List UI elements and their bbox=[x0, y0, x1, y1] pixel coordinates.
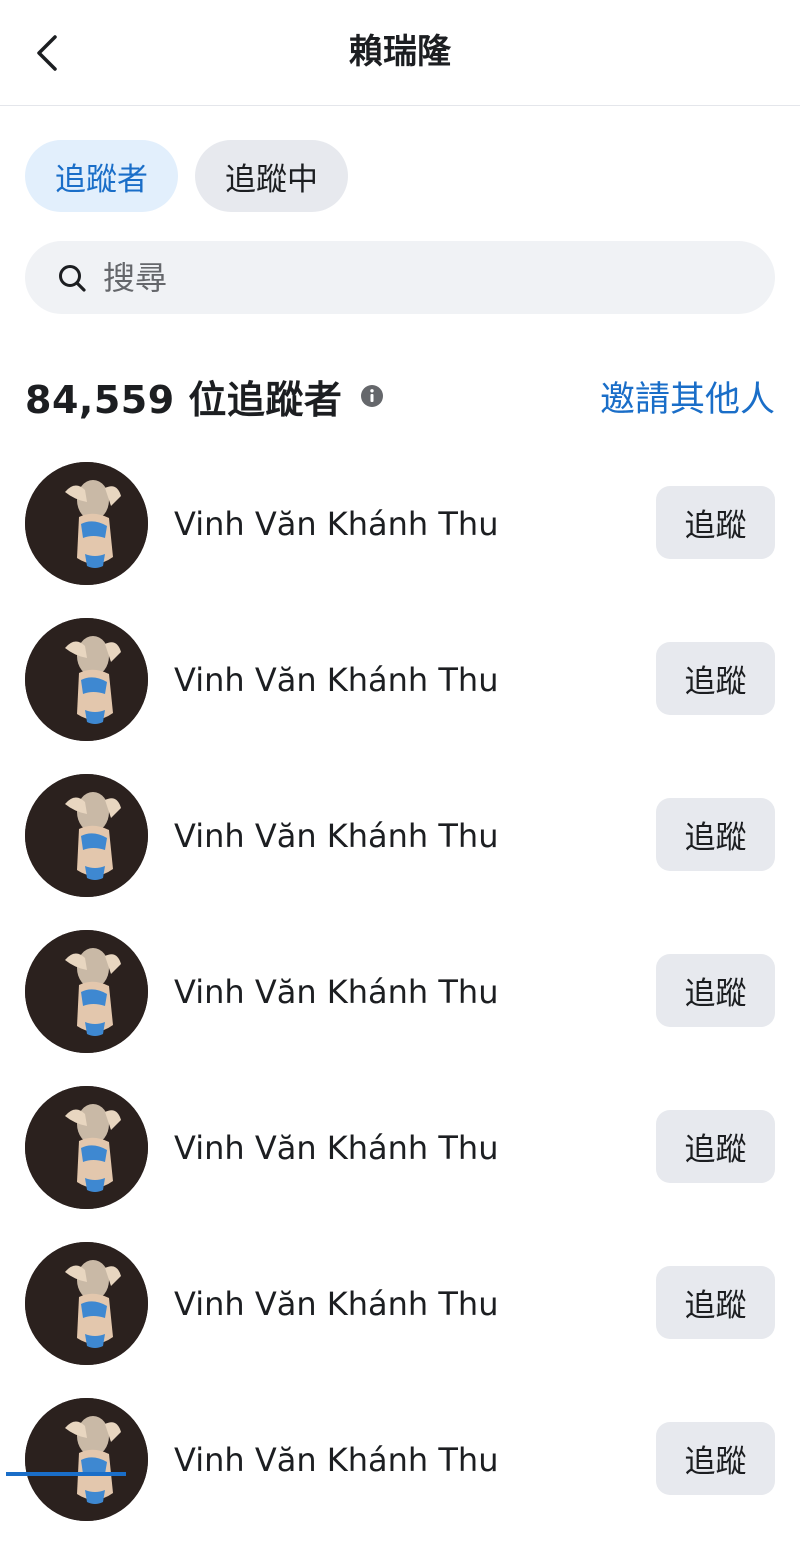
avatar[interactable] bbox=[25, 930, 148, 1053]
follower-summary: 84,559 位追蹤者 邀請其他人 bbox=[25, 366, 775, 426]
search-input[interactable] bbox=[101, 257, 705, 298]
follower-name[interactable]: Vinh Văn Khánh Thu bbox=[174, 656, 498, 704]
avatar[interactable] bbox=[25, 1242, 148, 1365]
tab-followers[interactable]: 追蹤者 bbox=[25, 140, 178, 212]
search-icon bbox=[59, 264, 86, 292]
follow-button[interactable]: 追蹤 bbox=[656, 486, 775, 559]
avatar[interactable] bbox=[25, 462, 148, 585]
avatar[interactable] bbox=[25, 1086, 148, 1209]
follower-name[interactable]: Vinh Văn Khánh Thu bbox=[174, 1124, 498, 1172]
follow-button[interactable]: 追蹤 bbox=[656, 642, 775, 715]
follower-count: 84,559 位追蹤者 bbox=[25, 377, 343, 422]
tab-following[interactable]: 追蹤中 bbox=[195, 140, 348, 212]
avatar[interactable] bbox=[25, 774, 148, 897]
list-item[interactable]: Vinh Văn Khánh Thu 追蹤 bbox=[0, 1392, 800, 1548]
list-item[interactable]: Vinh Văn Khánh Thu 追蹤 bbox=[0, 924, 800, 1080]
follower-name[interactable]: Vinh Văn Khánh Thu bbox=[174, 500, 498, 548]
info-icon[interactable] bbox=[360, 384, 384, 408]
follower-name[interactable]: Vinh Văn Khánh Thu bbox=[174, 1436, 498, 1484]
avatar[interactable] bbox=[25, 618, 148, 741]
follower-name[interactable]: Vinh Văn Khánh Thu bbox=[174, 812, 498, 860]
page-title: 賴瑞隆 bbox=[349, 32, 451, 72]
list-item[interactable]: Vinh Văn Khánh Thu 追蹤 bbox=[0, 1236, 800, 1392]
list-item[interactable]: Vinh Văn Khánh Thu 追蹤 bbox=[0, 1080, 800, 1236]
list-item[interactable]: Vinh Văn Khánh Thu 追蹤 bbox=[0, 768, 800, 924]
top-bar: 賴瑞隆 bbox=[0, 0, 800, 106]
follower-name[interactable]: Vinh Văn Khánh Thu bbox=[174, 1280, 498, 1328]
follow-button[interactable]: 追蹤 bbox=[656, 798, 775, 871]
list-item[interactable]: Vinh Văn Khánh Thu 追蹤 bbox=[0, 456, 800, 612]
follow-button[interactable]: 追蹤 bbox=[656, 954, 775, 1027]
avatar[interactable] bbox=[25, 1398, 148, 1521]
follow-button[interactable]: 追蹤 bbox=[656, 1266, 775, 1339]
search-bar[interactable] bbox=[25, 241, 775, 314]
home-indicator bbox=[6, 1472, 126, 1476]
list-item[interactable]: Vinh Văn Khánh Thu 追蹤 bbox=[0, 612, 800, 768]
follower-list: Vinh Văn Khánh Thu 追蹤 Vinh Văn Khánh Thu… bbox=[0, 456, 800, 1548]
follow-button[interactable]: 追蹤 bbox=[656, 1110, 775, 1183]
follower-name[interactable]: Vinh Văn Khánh Thu bbox=[174, 968, 498, 1016]
follow-button[interactable]: 追蹤 bbox=[656, 1422, 775, 1495]
invite-others-link[interactable]: 邀請其他人 bbox=[600, 371, 775, 422]
